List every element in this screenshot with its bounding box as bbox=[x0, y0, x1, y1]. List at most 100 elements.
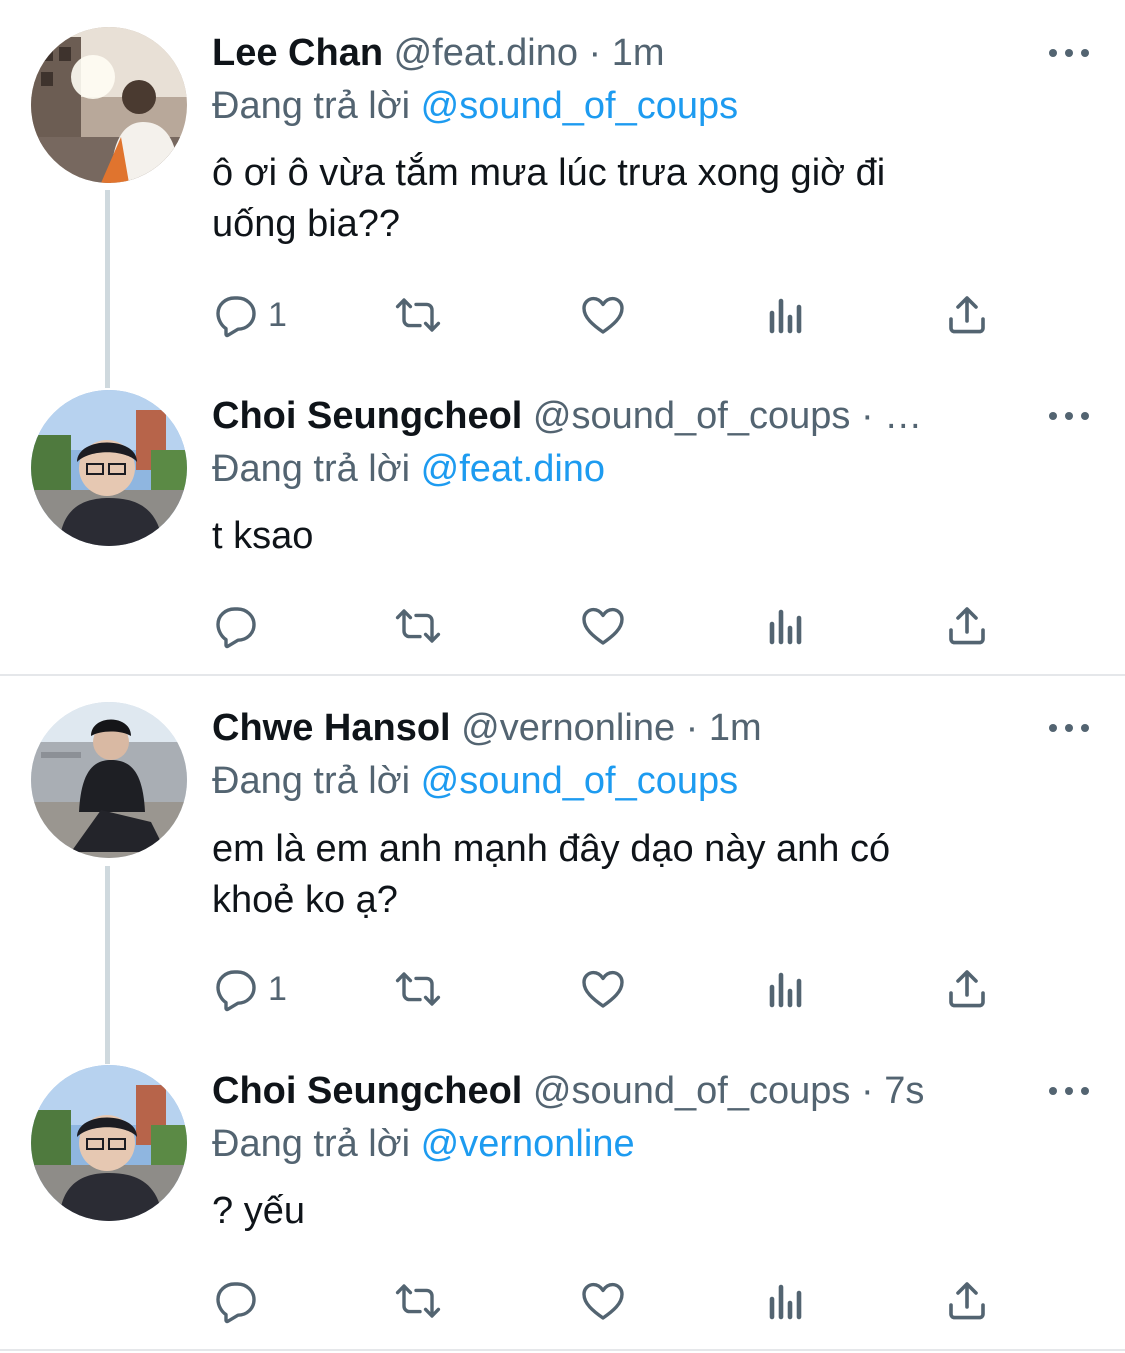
more-button[interactable] bbox=[1049, 33, 1089, 73]
avatar[interactable] bbox=[31, 702, 187, 858]
tweet-text-line: em là em anh mạnh đây dạo này anh có bbox=[212, 828, 891, 870]
thread-divider bbox=[0, 674, 1125, 676]
tweet-text-line: t ksao bbox=[212, 515, 314, 557]
reply-icon bbox=[212, 1277, 260, 1325]
mention-link[interactable]: @sound_of_coups bbox=[421, 760, 738, 802]
share-icon bbox=[943, 1277, 991, 1325]
views-button[interactable] bbox=[762, 601, 810, 651]
user-handle[interactable]: @sound_of_coups bbox=[533, 1070, 850, 1112]
action-bar: 1 bbox=[212, 290, 1012, 340]
reply-icon bbox=[212, 965, 260, 1013]
retweet-icon bbox=[394, 602, 442, 650]
more-button[interactable] bbox=[1049, 396, 1089, 436]
more-icon bbox=[1049, 1087, 1057, 1095]
views-button[interactable] bbox=[762, 964, 810, 1014]
avatar[interactable] bbox=[31, 27, 187, 183]
share-button[interactable] bbox=[943, 601, 991, 651]
tweet-text: ô ơi ô vừa tắm mưa lúc trưa xong giờ đi … bbox=[212, 148, 1032, 250]
reply-prefix: Đang trả lời bbox=[212, 448, 411, 490]
share-button[interactable] bbox=[943, 290, 991, 340]
tweet-header: Choi Seungcheol @sound_of_coups · 7s bbox=[212, 1063, 1025, 1119]
replying-to: Đang trả lời @sound_of_coups bbox=[212, 80, 738, 132]
reply-button[interactable] bbox=[212, 1276, 268, 1326]
more-icon bbox=[1049, 412, 1057, 420]
retweet-icon bbox=[394, 1277, 442, 1325]
reply-count: 1 bbox=[268, 969, 287, 1008]
display-name[interactable]: Chwe Hansol bbox=[212, 707, 451, 749]
more-icon bbox=[1049, 724, 1057, 732]
reply-icon bbox=[212, 602, 260, 650]
analytics-icon bbox=[762, 965, 810, 1013]
action-bar: 1 bbox=[212, 964, 1012, 1014]
user-handle[interactable]: @vernonline bbox=[461, 707, 675, 749]
replying-to: Đang trả lời @feat.dino bbox=[212, 443, 605, 495]
like-button[interactable] bbox=[579, 601, 627, 651]
share-icon bbox=[943, 965, 991, 1013]
analytics-icon bbox=[762, 291, 810, 339]
timestamp[interactable]: 7s bbox=[884, 1070, 924, 1112]
views-button[interactable] bbox=[762, 1276, 810, 1326]
heart-icon bbox=[579, 291, 627, 339]
more-icon bbox=[1049, 49, 1057, 57]
retweet-button[interactable] bbox=[394, 1276, 442, 1326]
tweet-text-line: uống bia?? bbox=[212, 203, 401, 245]
tweet-text: em là em anh mạnh đây dạo này anh có kho… bbox=[212, 824, 1032, 926]
tweet-text-line: ô ơi ô vừa tắm mưa lúc trưa xong giờ đi bbox=[212, 152, 886, 194]
reply-timeline: Lee Chan @feat.dino · 1m Đang trả lời @s… bbox=[0, 0, 1125, 1353]
share-icon bbox=[943, 291, 991, 339]
reply-button[interactable]: 1 bbox=[212, 964, 287, 1014]
mention-link[interactable]: @vernonline bbox=[421, 1123, 635, 1165]
share-button[interactable] bbox=[943, 1276, 991, 1326]
retweet-button[interactable] bbox=[394, 601, 442, 651]
retweet-button[interactable] bbox=[394, 290, 442, 340]
thread-connector bbox=[105, 866, 110, 1064]
tweet-header: Choi Seungcheol @sound_of_coups · … bbox=[212, 388, 1025, 444]
timestamp[interactable]: 1m bbox=[612, 32, 665, 74]
retweet-icon bbox=[394, 965, 442, 1013]
tweet-text-line: ? yếu bbox=[212, 1190, 305, 1232]
reply-count: 1 bbox=[268, 295, 287, 334]
separator-dot: · bbox=[860, 1070, 874, 1112]
user-handle[interactable]: @sound_of_coups bbox=[533, 395, 850, 437]
more-button[interactable] bbox=[1049, 1071, 1089, 1111]
heart-icon bbox=[579, 965, 627, 1013]
avatar[interactable] bbox=[31, 1065, 187, 1221]
reply-button[interactable]: 1 bbox=[212, 290, 287, 340]
action-bar bbox=[212, 601, 1012, 651]
user-handle[interactable]: @feat.dino bbox=[394, 32, 578, 74]
avatar[interactable] bbox=[31, 390, 187, 546]
retweet-button[interactable] bbox=[394, 964, 442, 1014]
separator-dot: · bbox=[685, 707, 699, 749]
like-button[interactable] bbox=[579, 964, 627, 1014]
separator-dot: · bbox=[860, 395, 874, 437]
like-button[interactable] bbox=[579, 1276, 627, 1326]
heart-icon bbox=[579, 602, 627, 650]
share-button[interactable] bbox=[943, 964, 991, 1014]
reply-button[interactable] bbox=[212, 601, 268, 651]
display-name[interactable]: Lee Chan bbox=[212, 32, 383, 74]
tweet-text: t ksao bbox=[212, 511, 1032, 562]
mention-link[interactable]: @sound_of_coups bbox=[421, 85, 738, 127]
display-name[interactable]: Choi Seungcheol bbox=[212, 395, 522, 437]
analytics-icon bbox=[762, 1277, 810, 1325]
thread-connector bbox=[105, 190, 110, 388]
mention-link[interactable]: @feat.dino bbox=[421, 448, 605, 490]
more-button[interactable] bbox=[1049, 708, 1089, 748]
replying-to: Đang trả lời @sound_of_coups bbox=[212, 755, 738, 807]
replying-to: Đang trả lời @vernonline bbox=[212, 1118, 635, 1170]
reply-prefix: Đang trả lời bbox=[212, 760, 411, 802]
retweet-icon bbox=[394, 291, 442, 339]
timestamp[interactable]: … bbox=[884, 395, 922, 437]
tweet-header: Chwe Hansol @vernonline · 1m bbox=[212, 700, 1025, 756]
like-button[interactable] bbox=[579, 290, 627, 340]
thread-divider bbox=[0, 1349, 1125, 1351]
reply-icon bbox=[212, 291, 260, 339]
heart-icon bbox=[579, 1277, 627, 1325]
analytics-icon bbox=[762, 602, 810, 650]
action-bar bbox=[212, 1276, 1012, 1326]
timestamp[interactable]: 1m bbox=[709, 707, 762, 749]
display-name[interactable]: Choi Seungcheol bbox=[212, 1070, 522, 1112]
reply-prefix: Đang trả lời bbox=[212, 1123, 411, 1165]
views-button[interactable] bbox=[762, 290, 810, 340]
tweet-text-line: khoẻ ko ạ? bbox=[212, 879, 398, 921]
